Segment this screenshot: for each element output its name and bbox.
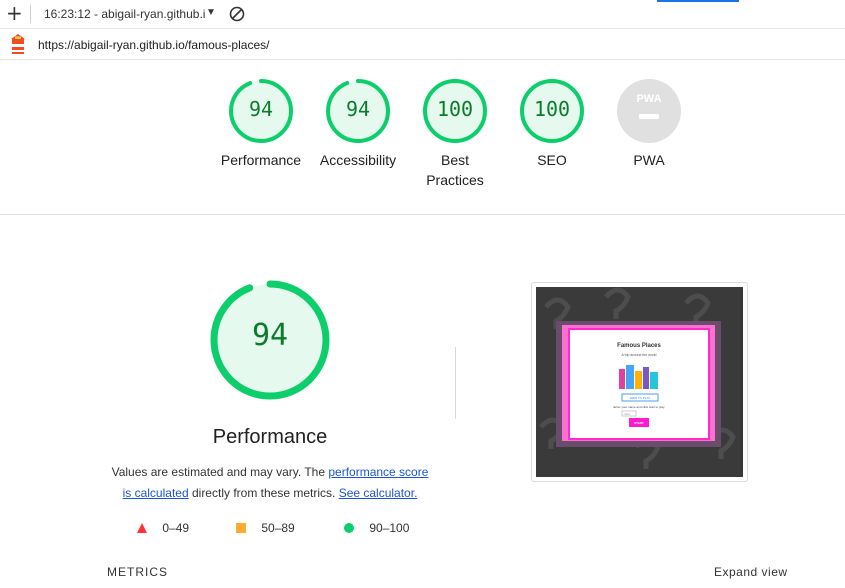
gauge-label: Performance: [220, 152, 302, 168]
legend-range: 90–100: [369, 520, 410, 535]
screenshot-image: Famous Places A trip around the world HO…: [536, 287, 743, 477]
final-screenshot[interactable]: Famous Places A trip around the world HO…: [536, 287, 743, 477]
gauge-accessibility[interactable]: 94 Accessibility: [310, 78, 406, 170]
gauge-label: SEO: [537, 152, 567, 168]
legend-fail: 0–49: [137, 520, 189, 535]
audited-url[interactable]: https://abigail-ryan.github.io/famous-pl…: [38, 38, 269, 52]
report-selector[interactable]: 16:23:12 - abigail-ryan.github.i: [44, 7, 205, 21]
gauge-label: PWA: [633, 152, 665, 168]
legend-range: 50–89: [261, 520, 295, 535]
legend-average: 50–89: [236, 520, 295, 535]
toolbar-separator: [30, 5, 31, 23]
metrics-heading: METRICS: [107, 565, 168, 579]
thumb-input: name: [624, 413, 631, 416]
clear-block-icon[interactable]: [229, 6, 245, 22]
gauge-score: 94: [248, 97, 274, 121]
performance-score: 94: [251, 318, 289, 353]
gauge-best-practices[interactable]: 100 Best Practices: [407, 78, 503, 190]
devtools-toolbar: + 16:23:12 - abigail-ryan.github.i ▼: [0, 0, 845, 29]
thumb-tagline: A trip around the world: [621, 353, 656, 357]
gauge-label-line: Best: [440, 152, 469, 168]
section-divider: [0, 214, 845, 215]
gauge-seo[interactable]: 100 SEO: [504, 78, 600, 170]
pwa-badge-text: PWA: [636, 93, 661, 105]
performance-score-link[interactable]: performance score: [328, 465, 428, 479]
fail-triangle-icon: [137, 522, 147, 533]
is-calculated-link[interactable]: is calculated: [123, 486, 189, 500]
performance-title: Performance: [212, 426, 328, 448]
average-square-icon: [236, 522, 246, 533]
gauge-label: Best Practices: [407, 150, 503, 190]
gauge-score: 100: [436, 97, 474, 121]
lighthouse-logo-icon: [11, 34, 25, 54]
see-calculator-link[interactable]: See calculator.: [339, 486, 418, 500]
chevron-down-icon[interactable]: ▼: [206, 7, 216, 18]
gauge-label-line: Practices: [426, 172, 484, 188]
thumb-heading: Famous Places: [617, 343, 661, 349]
pass-circle-icon: [344, 522, 354, 533]
thumb-start: START: [634, 421, 644, 425]
report-url-bar: https://abigail-ryan.github.io/famous-pl…: [0, 30, 845, 60]
vertical-separator: [455, 347, 456, 419]
thumb-prompt: Enter your name and click start to play: [613, 405, 665, 409]
note-text: directly from these metrics.: [188, 486, 339, 500]
gauge-performance[interactable]: 94 Performance: [213, 78, 309, 170]
gauge-score: 94: [345, 97, 371, 121]
gauge-label: Accessibility: [319, 152, 397, 168]
gauge-pwa[interactable]: PWA PWA: [601, 78, 697, 170]
legend-range: 0–49: [162, 520, 190, 535]
expand-view-toggle[interactable]: Expand view: [714, 565, 788, 579]
pwa-badge-icon: PWA: [617, 79, 681, 143]
legend-pass: 90–100: [344, 520, 409, 535]
active-tab-indicator: [657, 0, 739, 2]
new-report-plus-icon[interactable]: +: [6, 3, 23, 23]
note-text: Values are estimated and may vary. The: [111, 465, 329, 479]
thumb-how-button: HOW TO PLAY: [630, 396, 651, 400]
score-note: Values are estimated and may vary. The p…: [100, 462, 440, 504]
gauge-score: 100: [533, 97, 571, 121]
